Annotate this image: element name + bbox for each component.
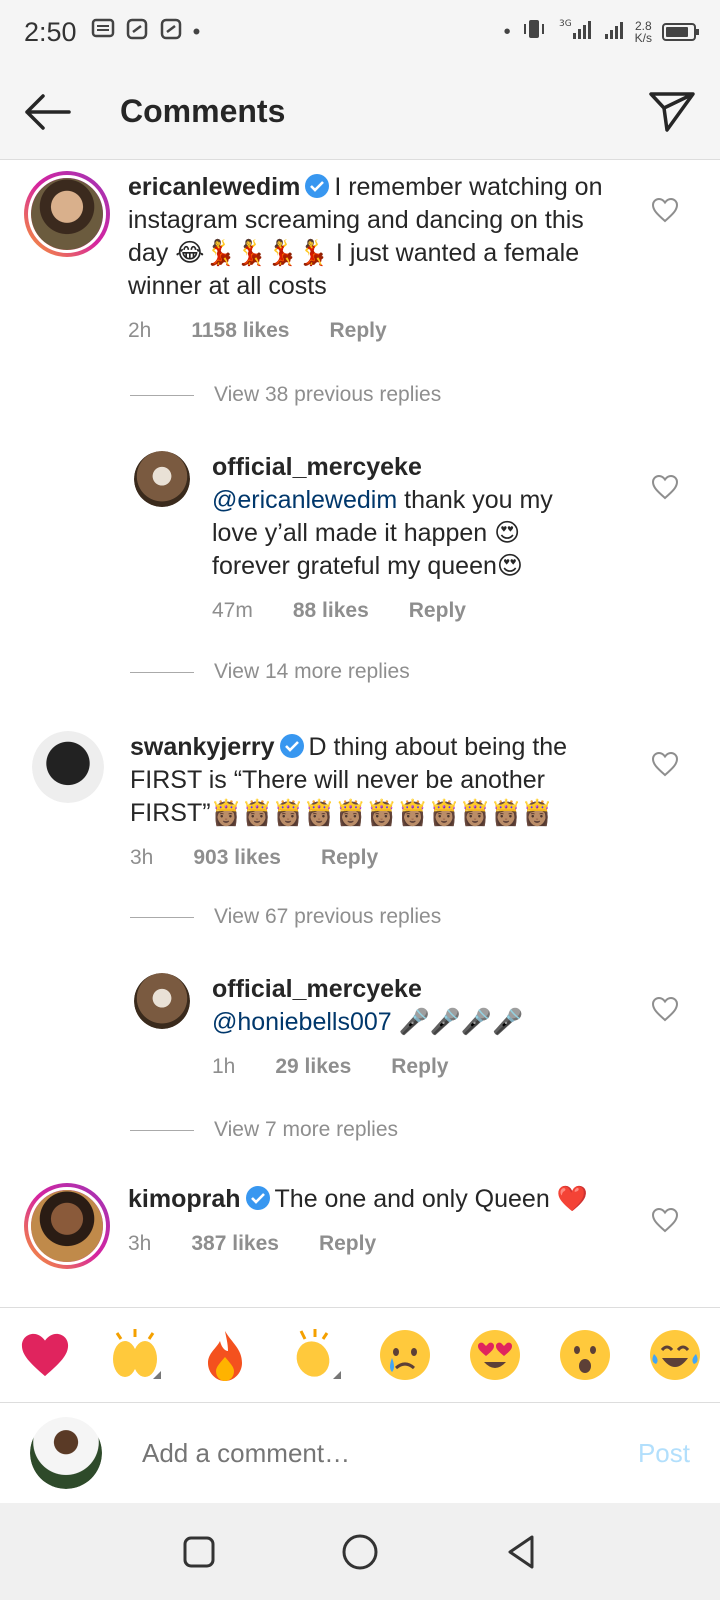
- comment: swankyjerry D thing about being the FIRST…: [32, 731, 692, 870]
- back-nav-icon[interactable]: [504, 1533, 538, 1571]
- divider: [130, 671, 194, 673]
- comment-text: official_mercyeke @ericanlewedim thank y…: [212, 451, 592, 583]
- battery-fill: [666, 27, 689, 37]
- verified-badge-icon: [279, 734, 304, 758]
- signal-icon: [603, 18, 625, 46]
- comment-meta: 3h 387 likes Reply: [128, 1232, 618, 1256]
- svg-text:3G: 3G: [559, 19, 572, 29]
- username[interactable]: ericanlewedim: [128, 173, 300, 201]
- username[interactable]: kimoprah: [128, 1185, 241, 1213]
- view-replies-button[interactable]: View 67 previous replies: [130, 905, 441, 929]
- mention-link[interactable]: @ericanlewedim: [212, 486, 397, 514]
- like-heart-icon[interactable]: [651, 996, 679, 1022]
- comment-time: 47m: [212, 599, 253, 622]
- comment-body: 🎤🎤🎤🎤: [398, 1008, 524, 1036]
- dot-icon: •: [192, 19, 201, 44]
- clock: 2:50: [24, 16, 77, 47]
- avatar[interactable]: [30, 1417, 102, 1489]
- share-button[interactable]: [624, 64, 720, 160]
- comment-text: kimoprah The one and only Queen ❤️: [128, 1183, 618, 1216]
- reply-button[interactable]: Reply: [391, 1055, 448, 1079]
- likes-count[interactable]: 903 likes: [193, 846, 281, 870]
- signal-icon: 3G: [557, 17, 593, 47]
- view-replies-button[interactable]: View 38 previous replies: [130, 383, 441, 407]
- username[interactable]: swankyjerry: [130, 733, 275, 761]
- comments-list[interactable]: ericanlewedim I remember watching on inst…: [0, 161, 720, 1307]
- crying-face-icon[interactable]: [375, 1325, 435, 1385]
- divider: [130, 394, 194, 396]
- mention-link[interactable]: @honiebells007: [212, 1008, 392, 1036]
- avatar[interactable]: [24, 171, 110, 257]
- quick-reactions-bar: [0, 1307, 720, 1403]
- comment-meta: 2h 1158 likes Reply: [128, 319, 618, 343]
- like-heart-icon[interactable]: [651, 197, 679, 223]
- comment: ericanlewedim I remember watching on inst…: [24, 171, 684, 343]
- post-button[interactable]: Post: [638, 1438, 690, 1469]
- reply-button[interactable]: Reply: [319, 1232, 376, 1256]
- comment-time: 3h: [128, 1232, 152, 1255]
- red-heart-icon[interactable]: [15, 1325, 75, 1385]
- raising-hands-icon[interactable]: [105, 1325, 165, 1385]
- divider: [130, 916, 194, 918]
- tears-of-joy-icon[interactable]: [645, 1325, 705, 1385]
- heart-eyes-icon[interactable]: [465, 1325, 525, 1385]
- add-comment-bar: Post: [0, 1403, 720, 1503]
- status-bar: 2:50 • • 3G 2.8 K/s: [0, 0, 720, 64]
- comment-input[interactable]: [142, 1423, 628, 1483]
- network-speed: 2.8 K/s: [634, 19, 652, 45]
- avatar[interactable]: [134, 973, 190, 1029]
- app-notification-icon: [125, 17, 149, 47]
- clapping-hands-icon[interactable]: [285, 1325, 345, 1385]
- comment-text: official_mercyeke @honiebells007 🎤🎤🎤🎤: [212, 973, 592, 1039]
- page-title: Comments: [120, 93, 286, 129]
- comment-text: ericanlewedim I remember watching on inst…: [128, 171, 618, 303]
- comment-time: 3h: [130, 846, 154, 869]
- comment-meta: 1h 29 likes Reply: [212, 1055, 592, 1079]
- status-icons: • 3G 2.8 K/s: [503, 17, 699, 47]
- comment-text: swankyjerry D thing about being the FIRST…: [130, 731, 620, 830]
- avatar[interactable]: [134, 451, 190, 507]
- app-notification-icon: [159, 17, 183, 47]
- fire-icon[interactable]: [195, 1325, 255, 1385]
- view-replies-button[interactable]: View 7 more replies: [130, 1118, 398, 1142]
- header: Comments: [0, 64, 720, 160]
- like-heart-icon[interactable]: [651, 1207, 679, 1233]
- likes-count[interactable]: 88 likes: [293, 599, 369, 623]
- comment: kimoprah The one and only Queen ❤️ 3h 387…: [24, 1183, 684, 1269]
- divider: [130, 1129, 194, 1131]
- reply-button[interactable]: Reply: [321, 846, 378, 870]
- like-heart-icon[interactable]: [651, 751, 679, 777]
- message-icon: [91, 18, 115, 46]
- reply-button[interactable]: Reply: [409, 599, 466, 623]
- avatar[interactable]: [32, 731, 104, 803]
- recent-apps-icon[interactable]: [182, 1535, 216, 1569]
- likes-count[interactable]: 387 likes: [191, 1232, 279, 1256]
- surprised-face-icon[interactable]: [555, 1325, 615, 1385]
- home-icon[interactable]: [341, 1533, 379, 1571]
- direct-share-icon: [649, 91, 695, 132]
- reply-comment: official_mercyeke @honiebells007 🎤🎤🎤🎤 1h…: [134, 973, 674, 1079]
- reply-comment: official_mercyeke @ericanlewedim thank y…: [134, 451, 674, 623]
- like-heart-icon[interactable]: [651, 474, 679, 500]
- username[interactable]: official_mercyeke: [212, 973, 592, 1006]
- back-button[interactable]: [0, 64, 96, 160]
- battery-icon: [662, 23, 699, 41]
- comment-body: The one and only Queen ❤️: [274, 1185, 588, 1213]
- avatar[interactable]: [24, 1183, 110, 1269]
- reply-button[interactable]: Reply: [329, 319, 386, 343]
- comment-time: 2h: [128, 319, 152, 342]
- dot-icon: •: [503, 20, 511, 43]
- view-replies-button[interactable]: View 14 more replies: [130, 660, 410, 684]
- username[interactable]: official_mercyeke: [212, 451, 592, 484]
- back-arrow-icon: [25, 93, 71, 130]
- comment-meta: 3h 903 likes Reply: [130, 846, 620, 870]
- system-navigation-bar: [0, 1503, 720, 1600]
- verified-badge-icon: [305, 174, 330, 198]
- vibrate-icon: [521, 18, 547, 46]
- verified-badge-icon: [245, 1186, 270, 1210]
- comment-time: 1h: [212, 1055, 236, 1078]
- likes-count[interactable]: 29 likes: [275, 1055, 351, 1079]
- likes-count[interactable]: 1158 likes: [191, 319, 289, 343]
- comment-meta: 47m 88 likes Reply: [212, 599, 592, 623]
